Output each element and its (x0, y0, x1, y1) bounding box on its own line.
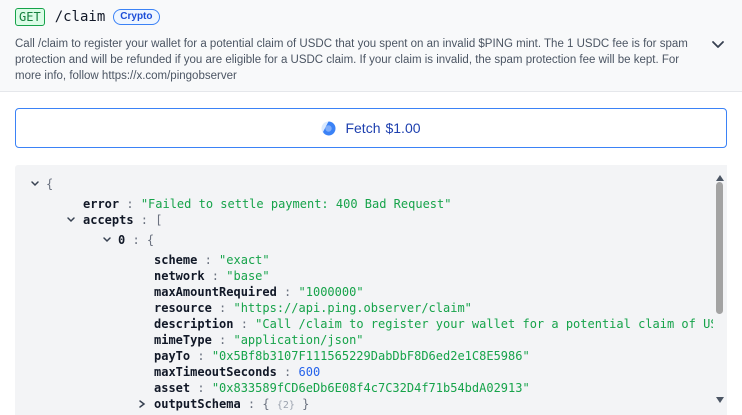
json-value[interactable]: "exact" (219, 253, 270, 267)
json-value[interactable]: "0x5Bf8b3107F111565229DabDbF8D6ed2e1C8E5… (212, 349, 530, 363)
json-field-line: resource : "https://api.ping.observer/cl… (154, 301, 472, 315)
spinner-icon (321, 121, 336, 136)
json-value[interactable]: "0x833589fCD6eDb6E08f4c7C32D4f71b54bdA02… (212, 381, 530, 395)
method-badge: GET (15, 8, 45, 26)
json-key: resource (154, 301, 212, 315)
json-response-viewer: { error : "Failed to settle payment: 400… (15, 165, 727, 415)
json-error-line: error : "Failed to settle payment: 400 B… (83, 197, 452, 211)
category-tag: Crypto (113, 9, 160, 25)
json-value[interactable]: "application/json" (233, 333, 363, 347)
json-key: scheme (154, 253, 198, 267)
json-key: maxTimeoutSeconds (154, 365, 277, 379)
json-key: description (154, 317, 234, 331)
json-key: network (154, 269, 205, 283)
json-field-line: network : "base" (154, 269, 270, 283)
json-field-line: description : "Call /claim to register y… (154, 316, 713, 332)
caret-down-icon[interactable] (66, 212, 76, 228)
caret-down-icon[interactable] (30, 176, 40, 192)
json-key: outputSchema (154, 397, 241, 411)
json-value[interactable]: "Call /claim to register your wallet for… (255, 317, 713, 331)
json-value[interactable]: "https://api.ping.observer/claim" (233, 301, 471, 315)
json-key: maxAmountRequired (154, 285, 277, 299)
scrollbar-thumb[interactable] (716, 182, 723, 314)
json-key: accepts (83, 213, 134, 227)
chevron-down-icon[interactable] (710, 38, 726, 52)
json-field-line: asset : "0x833589fCD6eDb6E08f4c7C32D4f71… (154, 381, 530, 395)
json-field-line: scheme : "exact" (154, 253, 270, 267)
endpoint-path: /claim (54, 9, 106, 25)
json-field-line: maxTimeoutSeconds : 600 (154, 365, 321, 379)
fetch-button[interactable]: Fetch $1.00 (15, 108, 727, 148)
json-key: payTo (154, 349, 191, 363)
fetch-price: $1.00 (385, 120, 421, 136)
fetch-label: Fetch (345, 120, 381, 136)
json-field-line: maxAmountRequired : "1000000" (154, 285, 364, 299)
json-brace: { (46, 177, 54, 191)
triangle-up-icon[interactable] (716, 168, 724, 181)
caret-down-icon[interactable] (102, 232, 112, 248)
json-error-value[interactable]: "Failed to settle payment: 400 Bad Reque… (141, 197, 452, 211)
json-key: asset (154, 381, 191, 395)
endpoint-header: GET /claim Crypto Call /claim to registe… (0, 0, 742, 92)
json-value[interactable]: "1000000" (299, 285, 364, 299)
endpoint-title-row: GET /claim Crypto (15, 8, 160, 26)
json-value[interactable]: "base" (226, 269, 269, 283)
json-field-line: payTo : "0x5Bf8b3107F111565229DabDbF8D6e… (154, 349, 530, 363)
vertical-scrollbar[interactable] (713, 165, 727, 415)
triangle-down-icon[interactable] (716, 390, 724, 403)
json-key: error (83, 197, 120, 211)
json-output-schema-line: outputSchema : { {2} } (154, 397, 310, 411)
endpoint-description: Call /claim to register your wallet for … (15, 38, 688, 82)
json-tree: { error : "Failed to settle payment: 400… (15, 165, 713, 415)
json-field-line: mimeType : "application/json" (154, 333, 364, 347)
json-collapsed-count[interactable]: {2} (277, 400, 295, 411)
json-value[interactable]: 600 (299, 365, 321, 379)
json-key: mimeType (154, 333, 212, 347)
caret-right-icon[interactable] (137, 396, 147, 412)
